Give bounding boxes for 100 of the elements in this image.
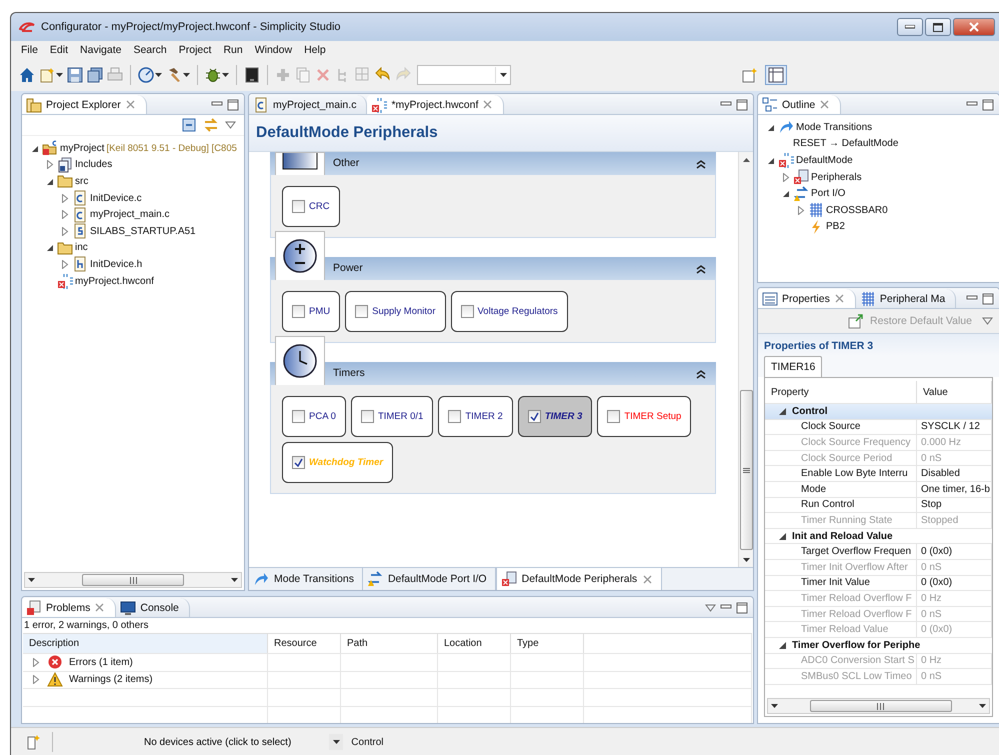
subtab[interactable]: TIMER16 [764,356,822,377]
tree-item[interactable]: PB2 [826,221,845,232]
expander-icon[interactable] [779,532,786,540]
save-all-icon[interactable] [87,67,103,83]
tree-item[interactable]: src [75,176,88,187]
dropdown-caret-icon[interactable] [329,734,344,750]
tree-item[interactable]: Mode Transitions [796,122,872,133]
peripheral-button[interactable]: TIMER Setup [597,396,692,437]
maximize-icon[interactable] [982,292,994,304]
expander-icon[interactable] [779,408,786,415]
caret-icon[interactable] [222,72,229,78]
column-header[interactable]: Description [23,634,268,653]
horizontal-scrollbar[interactable] [767,698,990,714]
property-value[interactable]: 0 (0x0) [917,544,992,559]
caret-icon[interactable] [500,72,506,78]
horizontal-scrollbar[interactable] [24,572,242,588]
close-icon[interactable] [482,99,494,110]
panel-tab[interactable]: Properties [758,289,856,308]
combo-field[interactable] [417,65,511,85]
checkbox[interactable] [448,410,462,423]
editor-tab[interactable]: myProject_main.c [249,95,368,114]
tree-item[interactable]: inc [75,242,88,254]
tree-item[interactable]: DefaultMode [796,154,853,166]
collapse-icon[interactable] [696,264,706,274]
caret-icon[interactable] [155,72,162,78]
expander-icon[interactable] [782,189,790,198]
tree-item[interactable]: CROSSBAR0 [826,204,888,216]
checkbox[interactable] [528,410,541,423]
caret-icon[interactable] [979,704,986,708]
close-icon[interactable] [642,574,654,584]
caret-icon[interactable] [742,158,750,163]
collapse-icon[interactable] [696,158,706,168]
undo-icon[interactable] [375,67,391,83]
peripheral-button[interactable]: CRC [282,186,340,227]
mode-tab[interactable]: Mode Transitions [249,568,363,590]
problem-category[interactable]: Warnings (2 items) [69,674,153,686]
close-button[interactable] [953,18,995,36]
expander-icon[interactable] [31,144,39,153]
property-value[interactable]: One timer, 16-b [917,482,992,497]
peripheral-button[interactable]: TIMER 3 [518,396,592,437]
expander-icon[interactable] [779,642,786,649]
property-value[interactable]: SYSCLK / 12 [917,420,992,434]
maximize-icon[interactable] [227,98,239,110]
property-group-row[interactable]: Timer Overflow for Periphe [765,638,992,654]
close-icon[interactable] [834,293,845,304]
peripheral-button[interactable]: Voltage Regulators [450,291,568,332]
checkbox[interactable] [460,305,474,318]
maximize-icon[interactable] [736,602,748,614]
panel-tab[interactable]: Problems [22,598,116,617]
mode-tab[interactable]: DefaultMode Peripherals [496,568,662,590]
vertical-scrollbar[interactable] [738,152,753,567]
caret-icon[interactable] [742,558,750,563]
peripheral-button[interactable]: Supply Monitor [345,291,446,332]
menu-item[interactable]: Window [248,44,298,56]
home-icon[interactable] [19,67,35,83]
minimize-button[interactable] [897,18,923,36]
property-value[interactable]: Stop [917,498,992,512]
peripheral-button[interactable]: PMU [282,291,340,332]
checkbox[interactable] [360,410,374,423]
checkbox[interactable] [355,305,368,318]
checkbox[interactable] [292,456,305,469]
bug-icon[interactable] [205,67,221,83]
tree-item[interactable]: Peripherals [811,172,862,183]
caret-icon[interactable] [771,704,778,708]
maximize-icon[interactable] [982,98,994,110]
menu-item[interactable]: Search [127,44,173,56]
menu-item[interactable]: Run [217,44,249,56]
property-value[interactable]: Disabled [917,466,992,481]
perspective-button[interactable] [765,65,787,85]
menu-item[interactable]: Project [172,44,218,56]
tree-item[interactable]: InitDevice.h [90,258,142,270]
view-menu-icon[interactable] [705,604,716,612]
column-header[interactable]: Value [917,381,992,403]
gauge-icon[interactable] [138,67,154,83]
expander-icon[interactable] [767,156,775,165]
view-menu-icon[interactable] [225,121,236,129]
view-menu-icon[interactable] [982,317,993,325]
tree-item[interactable]: myProject.hwconf [75,276,154,287]
close-icon[interactable] [124,99,136,110]
menu-item[interactable]: Navigate [74,44,128,56]
caret-icon[interactable] [56,72,63,78]
editor-tab[interactable]: *myProject.hwconf [367,95,504,114]
panel-tab[interactable]: Console [116,598,190,617]
property-group-row[interactable]: Init and Reload Value [765,528,992,544]
collapse-icon[interactable] [696,368,706,378]
tree-item[interactable]: myProject_main.c [90,209,170,220]
menu-item[interactable]: Edit [44,44,74,56]
tree-item[interactable]: Port I/O [811,188,846,200]
column-header[interactable]: Property [765,381,917,403]
close-icon[interactable] [94,602,106,613]
checkbox[interactable] [292,305,305,318]
tree-item[interactable]: InitDevice.c [90,192,142,204]
panel-tab[interactable]: Outline [758,95,842,114]
peripheral-button[interactable]: PCA 0 [282,396,346,437]
menu-item[interactable]: Help [298,44,332,56]
peripheral-button[interactable]: TIMER 0/1 [350,396,434,437]
checkbox[interactable] [292,410,305,423]
panel-tab[interactable]: Peripheral Ma [856,289,956,308]
menu-item[interactable]: File [15,44,44,56]
caret-icon[interactable] [332,740,340,744]
